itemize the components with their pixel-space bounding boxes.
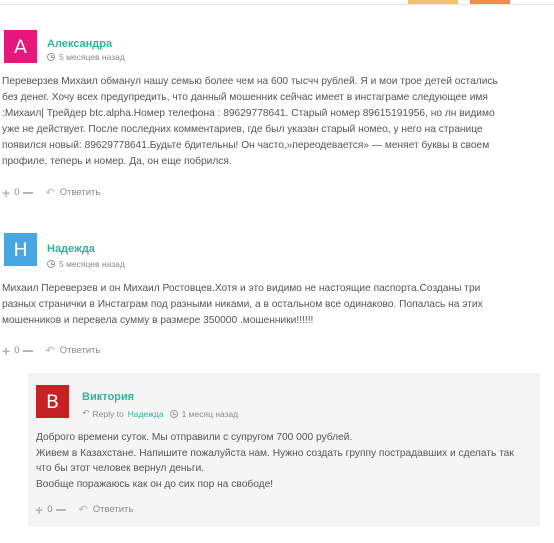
comment-text-line: :Михаил| Трейдер btc.alpha.Номер телефон… — [2, 108, 495, 119]
comment-text: Переверзев Михаил обманул нашу семью бол… — [2, 74, 542, 170]
comment-actions: + 0 ↶ Ответить — [2, 344, 101, 358]
comment-text-line: Живем в Казахстане. Напишите пожалуйста … — [36, 447, 514, 459]
vote-count: 0 — [47, 504, 53, 515]
comment-text-line: уже не действует. После последних коммен… — [2, 124, 483, 135]
avatar: A — [4, 30, 37, 63]
comment-text-line: Михаил Переверзев и он Михаил Ростовцев.… — [2, 283, 481, 294]
reply-arrow-icon: ↶ — [78, 504, 88, 516]
comment-text-line: без денег. Хочу всех предупредить, что д… — [2, 92, 488, 103]
comment-author[interactable]: Виктория — [82, 391, 134, 403]
comment-meta: ↶ Reply to Надежда 1 месяц назад — [82, 408, 238, 419]
comment-actions: + 0 ↶ Ответить — [2, 186, 101, 200]
reply-to-link[interactable]: Надежда — [128, 409, 164, 419]
comment-text: Доброго времени суток. Мы отправили с су… — [36, 430, 536, 492]
clock-icon — [47, 260, 55, 268]
reply-button[interactable]: Ответить — [93, 504, 134, 515]
upvote-icon[interactable]: + — [2, 186, 10, 200]
comment-text-line: что бы этот человек вернул деньги. — [36, 463, 205, 474]
comment-actions: + 0 ↶ Ответить — [35, 503, 134, 517]
comment-text-line: Переверзев Михаил обманул нашу семью бол… — [2, 76, 498, 87]
divider — [0, 4, 554, 5]
comment-text: Михаил Переверзев и он Михаил Ростовцев.… — [2, 281, 542, 329]
comment-text-line: Доброго времени суток. Мы отправили с су… — [36, 432, 353, 443]
reply-arrow-icon: ↶ — [45, 187, 55, 199]
comment-meta: 5 месяцев назад — [47, 52, 125, 62]
reply-comment: В Виктория ↶ Reply to Надежда 1 месяц на… — [28, 373, 540, 527]
reply-to-icon: ↶ — [82, 408, 90, 418]
comment-time[interactable]: 1 месяц назад — [182, 409, 239, 419]
downvote-icon[interactable] — [23, 191, 34, 194]
comment-text-line: Вообще поражаюсь как он до сих пор на св… — [36, 478, 274, 490]
upvote-icon[interactable]: + — [35, 503, 43, 517]
clock-icon — [169, 409, 178, 418]
reply-button[interactable]: Ответить — [60, 345, 101, 356]
upvote-icon[interactable]: + — [2, 344, 10, 358]
comment-text-line: разных странички в Инстаграм под разными… — [2, 299, 483, 310]
top-strip — [0, 0, 554, 6]
reply-to-label: Reply to — [92, 408, 124, 419]
comment-text-line: профиле, теперь и номер. Да, он еще побр… — [2, 156, 232, 167]
reply-arrow-icon: ↶ — [45, 345, 55, 357]
comment-time[interactable]: 5 месяцев назад — [59, 52, 125, 62]
avatar: Н — [4, 233, 37, 266]
comment-author[interactable]: Надежда — [47, 243, 95, 255]
comment-text-line: появился новый: 89629778641.Будьте бдите… — [2, 140, 490, 151]
accent-bar — [470, 0, 510, 4]
reply-button[interactable]: Ответить — [60, 187, 101, 198]
vote-count: 0 — [14, 187, 20, 198]
accent-bar — [408, 0, 458, 4]
comment-time[interactable]: 5 месяцев назад — [59, 259, 125, 269]
comment-text-line: мошенников и перевела сумму в размере 35… — [2, 315, 314, 326]
avatar: В — [36, 385, 69, 418]
clock-icon — [47, 53, 55, 61]
downvote-icon[interactable] — [23, 349, 34, 352]
comment-meta: 5 месяцев назад — [47, 259, 125, 269]
downvote-icon[interactable] — [56, 508, 67, 511]
comment-author[interactable]: Александра — [47, 38, 112, 50]
vote-count: 0 — [14, 345, 20, 356]
